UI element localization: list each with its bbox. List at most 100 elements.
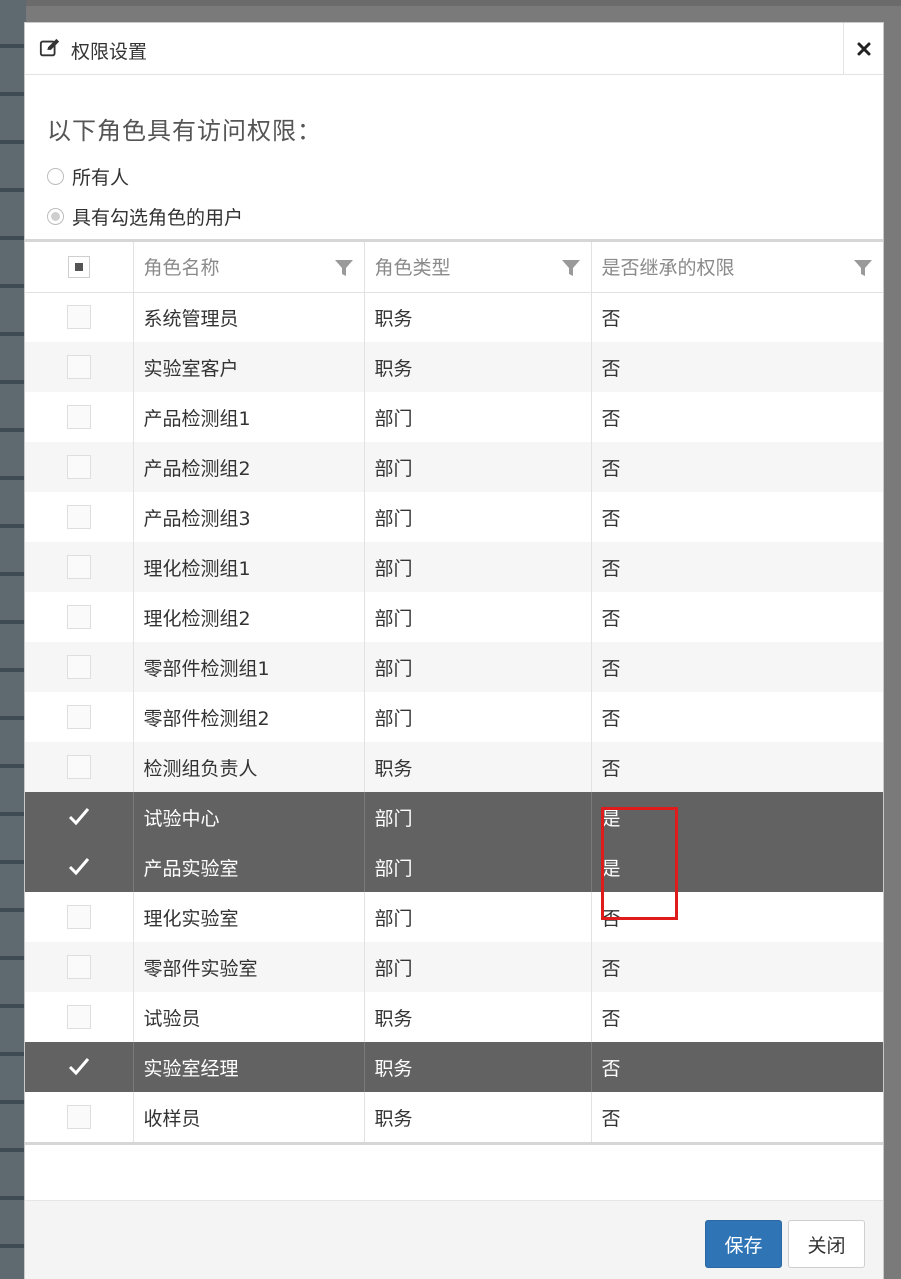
table-row[interactable]: 系统管理员 职务否 xyxy=(25,292,883,342)
role-name-cell: 试验员 xyxy=(133,992,365,1042)
row-check-cell xyxy=(25,842,134,892)
radio-button[interactable] xyxy=(47,168,64,185)
filter-icon[interactable] xyxy=(853,259,873,277)
row-checkbox[interactable] xyxy=(66,755,91,779)
row-check-cell xyxy=(25,292,134,342)
inherited-cell: 是 xyxy=(591,792,883,842)
inherited-cell: 否 xyxy=(591,742,883,792)
row-checkbox[interactable] xyxy=(66,555,91,579)
row-checkbox[interactable] xyxy=(66,1005,91,1029)
row-checkbox[interactable] xyxy=(66,655,91,679)
inherited-cell: 否 xyxy=(591,892,883,942)
inherited-cell: 否 xyxy=(591,592,883,642)
role-name-cell: 产品检测组3 xyxy=(133,492,365,542)
row-check-cell xyxy=(25,942,134,992)
table-row[interactable]: 产品检测组2 部门否 xyxy=(25,442,883,492)
edit-icon xyxy=(39,38,60,57)
backdrop-page-edge xyxy=(0,0,26,1279)
inherited-cell: 否 xyxy=(591,1092,883,1142)
radio-label: 所有人 xyxy=(72,167,130,189)
inherited-cell: 否 xyxy=(591,342,883,392)
radio-selected-roles[interactable]: 具有勾选角色的用户 xyxy=(47,203,243,230)
role-type-cell: 部门 xyxy=(364,692,592,742)
row-checkbox[interactable] xyxy=(66,405,91,429)
role-type-cell: 部门 xyxy=(364,842,592,892)
column-header-inherited[interactable]: 是否继承的权限 xyxy=(591,242,883,293)
inherited-cell: 否 xyxy=(591,942,883,992)
save-button[interactable]: 保存 xyxy=(705,1220,782,1268)
role-name-cell: 检测组负责人 xyxy=(133,742,365,792)
row-checkbox[interactable] xyxy=(66,955,91,979)
filter-icon[interactable] xyxy=(561,259,581,277)
table-row[interactable]: 零部件检测组2 部门否 xyxy=(25,692,883,742)
role-type-cell: 部门 xyxy=(364,442,592,492)
backdrop xyxy=(0,0,901,6)
checkmark-icon[interactable] xyxy=(66,854,92,880)
role-type-cell: 部门 xyxy=(364,892,592,942)
column-header-role-name[interactable]: 角色名称 xyxy=(133,242,365,293)
table-row[interactable]: 理化实验室 部门否 xyxy=(25,892,883,942)
grid-header-row: 角色名称 角色类型 是否继承的权限 xyxy=(25,242,883,293)
role-type-cell: 职务 xyxy=(364,992,592,1042)
role-type-cell: 职务 xyxy=(364,292,592,342)
roles-grid: 角色名称 角色类型 是否继承的权限 系统管理员 职务否实验室客户 职务否产品检测组1… xyxy=(25,239,883,1145)
table-row[interactable]: 试验中心 部门是 xyxy=(25,792,883,842)
role-type-cell: 部门 xyxy=(364,942,592,992)
table-row[interactable]: 理化检测组2 部门否 xyxy=(25,592,883,642)
row-checkbox[interactable] xyxy=(66,455,91,479)
row-checkbox[interactable] xyxy=(66,505,91,529)
dialog-footer: 保存 关闭 xyxy=(25,1200,883,1279)
table-row[interactable]: 零部件实验室 部门否 xyxy=(25,942,883,992)
table-row[interactable]: 理化检测组1 部门否 xyxy=(25,542,883,592)
close-icon xyxy=(857,42,870,56)
table-row[interactable]: 收样员 职务否 xyxy=(25,1092,883,1142)
radio-button[interactable] xyxy=(47,208,64,225)
row-checkbox[interactable] xyxy=(66,1105,91,1129)
row-checkbox[interactable] xyxy=(66,905,91,929)
role-name-cell: 实验室客户 xyxy=(133,342,365,392)
checkmark-icon[interactable] xyxy=(66,804,92,830)
table-row[interactable]: 产品检测组3 部门否 xyxy=(25,492,883,542)
table-row[interactable]: 产品实验室 部门是 xyxy=(25,842,883,892)
role-type-cell: 部门 xyxy=(364,492,592,542)
radio-everyone[interactable]: 所有人 xyxy=(47,163,129,190)
role-type-cell: 职务 xyxy=(364,742,592,792)
table-row[interactable]: 产品检测组1 部门否 xyxy=(25,392,883,442)
select-all-checkbox[interactable] xyxy=(67,256,90,278)
dialog-header: 权限设置 xyxy=(25,23,883,75)
role-name-cell: 零部件实验室 xyxy=(133,942,365,992)
row-checkbox[interactable] xyxy=(66,355,91,379)
table-row[interactable]: 零部件检测组1 部门否 xyxy=(25,642,883,692)
column-header-role-type[interactable]: 角色类型 xyxy=(364,242,592,293)
table-row[interactable]: 检测组负责人 职务否 xyxy=(25,742,883,792)
close-button[interactable]: 关闭 xyxy=(788,1220,865,1268)
inherited-cell: 否 xyxy=(591,392,883,442)
role-name-cell: 理化检测组2 xyxy=(133,592,365,642)
role-name-cell: 试验中心 xyxy=(133,792,365,842)
row-check-cell xyxy=(25,1042,134,1092)
table-row[interactable]: 试验员 职务否 xyxy=(25,992,883,1042)
row-checkbox[interactable] xyxy=(66,605,91,629)
role-name-cell: 理化检测组1 xyxy=(133,542,365,592)
role-name-cell: 产品检测组1 xyxy=(133,392,365,442)
checkmark-icon[interactable] xyxy=(66,1054,92,1080)
table-row[interactable]: 实验室经理 职务否 xyxy=(25,1042,883,1092)
row-check-cell xyxy=(25,742,134,792)
inherited-cell: 否 xyxy=(591,542,883,592)
inherited-cell: 否 xyxy=(591,642,883,692)
role-name-cell: 零部件检测组1 xyxy=(133,642,365,692)
role-name-cell: 实验室经理 xyxy=(133,1042,365,1092)
row-check-cell xyxy=(25,792,134,842)
row-checkbox[interactable] xyxy=(66,305,91,330)
row-check-cell xyxy=(25,642,134,692)
role-type-cell: 职务 xyxy=(364,342,592,392)
filter-icon[interactable] xyxy=(334,259,354,277)
inherited-cell: 否 xyxy=(591,292,883,342)
row-checkbox[interactable] xyxy=(66,705,91,729)
permission-dialog: 权限设置 以下角色具有访问权限： 所有人 具有勾选角色的用户 角色名称 角色类型… xyxy=(24,22,884,1279)
role-name-cell: 产品检测组2 xyxy=(133,442,365,492)
inherited-cell: 是 xyxy=(591,842,883,892)
dialog-title: 权限设置 xyxy=(71,41,148,63)
close-x-button[interactable] xyxy=(843,23,883,75)
table-row[interactable]: 实验室客户 职务否 xyxy=(25,342,883,392)
